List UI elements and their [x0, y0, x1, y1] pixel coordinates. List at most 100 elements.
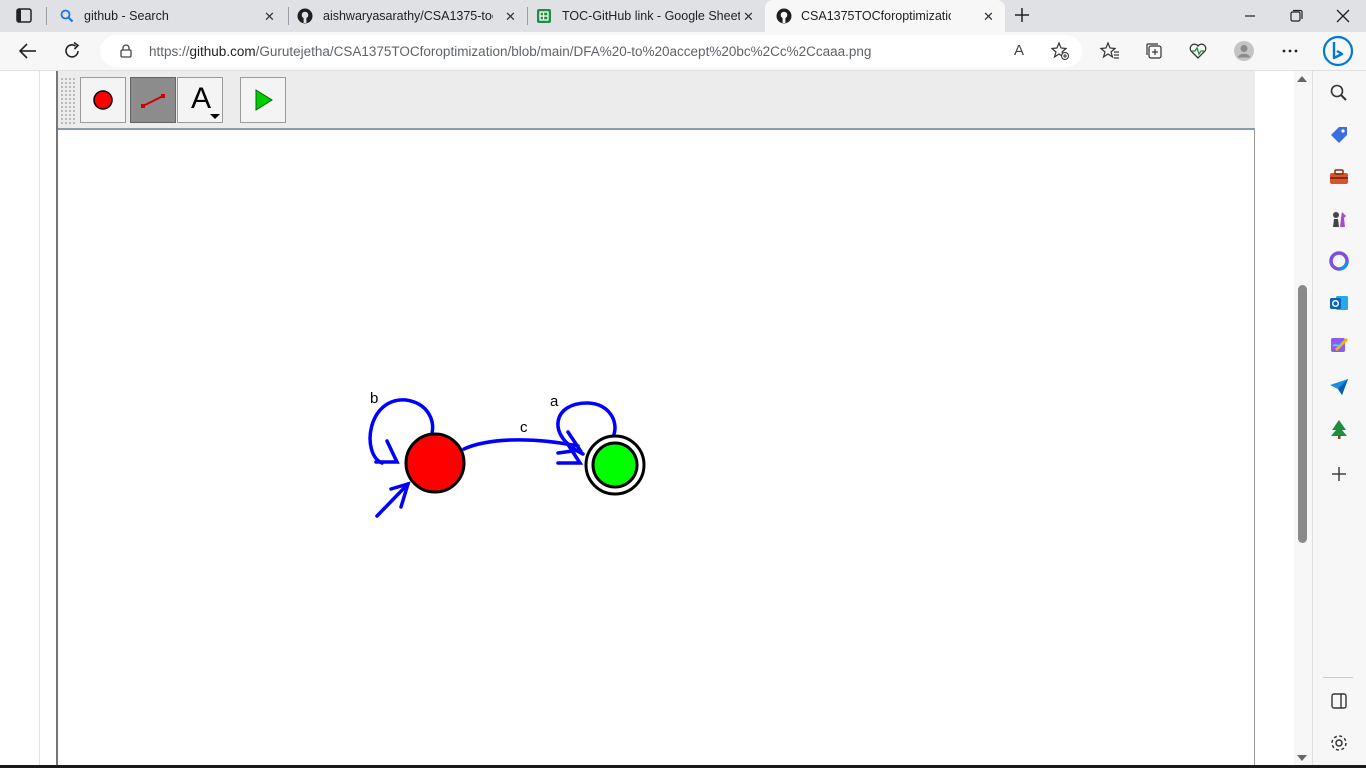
label-a: a — [550, 393, 559, 410]
tree-icon — [1331, 420, 1347, 439]
label-c: c — [520, 419, 528, 436]
sidebar-tree-button[interactable] — [1328, 418, 1350, 440]
bing-copilot-button[interactable] — [1322, 34, 1354, 68]
tab-csa1375-toc[interactable]: aishwaryasarathy/CSA1375-toc ✕ — [290, 0, 526, 32]
loop-q0-arrowhead — [374, 439, 400, 464]
browser-essentials-button[interactable] — [1187, 40, 1209, 62]
text-tool-label: A — [191, 82, 212, 115]
restore-icon — [1290, 9, 1303, 22]
scroll-thumb[interactable] — [1298, 285, 1307, 543]
sidebar-search-button[interactable] — [1328, 82, 1350, 104]
read-aloud-icon: A — [1014, 42, 1025, 59]
tab-title: CSA1375TOCforoptimization/DFA — [801, 9, 951, 23]
state-q0 — [404, 432, 466, 494]
url-path: /Gurutejetha/CSA1375TOCforoptimization/b… — [255, 44, 872, 59]
paper-plane-icon — [1330, 379, 1348, 395]
profile-button[interactable] — [1233, 40, 1255, 62]
transition-q0-q1 — [462, 438, 580, 451]
tab-title: github - Search — [84, 9, 169, 23]
transition-creator-tool[interactable] — [130, 77, 176, 123]
url-text: https://github.com/Gurutejetha/CSA1375TO… — [149, 44, 871, 59]
favorites-button[interactable] — [1099, 40, 1121, 62]
search-icon — [1330, 84, 1347, 101]
gear-icon — [1331, 735, 1347, 751]
sidebar-shopping-button[interactable] — [1328, 124, 1350, 146]
initial-arrowhead — [389, 481, 411, 509]
sidebar-send-button[interactable] — [1328, 376, 1350, 398]
close-tab-icon[interactable]: ✕ — [264, 9, 275, 25]
state-creator-tool[interactable] — [80, 77, 126, 123]
url-host: github.com — [189, 44, 256, 59]
edge-sidebar — [1312, 71, 1366, 768]
sidebar-panel-icon — [1331, 693, 1347, 709]
github-icon — [776, 8, 792, 24]
toolbar-grip — [60, 77, 76, 125]
read-aloud-button[interactable]: A — [1014, 42, 1034, 60]
chess-piece-icon — [1333, 212, 1346, 227]
collections-icon — [1146, 43, 1162, 59]
plus-icon — [1332, 467, 1346, 481]
address-bar[interactable]: https://github.com/Gurutejetha/CSA1375TO… — [100, 35, 1082, 67]
restore-button[interactable] — [1286, 8, 1306, 24]
tab-title: TOC-GitHub link - Google Sheets — [562, 9, 740, 23]
label-b: b — [370, 390, 378, 407]
toolbox-icon — [1330, 169, 1348, 184]
transition-arrow-icon — [141, 94, 165, 108]
designer-icon — [1331, 337, 1349, 352]
close-window-button[interactable] — [1333, 7, 1353, 25]
close-tab-icon[interactable]: ✕ — [505, 9, 516, 25]
page-content: A b c a — [0, 71, 1294, 768]
refresh-icon — [65, 41, 80, 58]
office-icon — [1329, 251, 1349, 271]
sidebar-tools-button[interactable] — [1328, 166, 1350, 188]
heart-pulse-icon — [1189, 43, 1207, 59]
scroll-up-icon[interactable] — [1297, 75, 1307, 83]
url-prefix: https:// — [149, 44, 190, 59]
lock-icon — [120, 44, 132, 58]
back-button[interactable] — [17, 40, 39, 62]
sidebar-add-button[interactable] — [1328, 463, 1350, 485]
plus-icon — [1015, 8, 1029, 22]
text-tool[interactable]: A — [177, 77, 223, 123]
new-tab-button[interactable] — [1012, 5, 1032, 25]
play-icon — [255, 89, 273, 111]
favorites-icon — [1099, 41, 1119, 59]
sidebar-hide-button[interactable] — [1328, 690, 1350, 712]
page-left-border — [39, 71, 40, 768]
sidebar-outlook-button[interactable] — [1328, 292, 1350, 314]
scroll-down-icon[interactable] — [1297, 754, 1307, 762]
tab-actions-icon — [16, 8, 32, 23]
tab-csa1375tocforoptimization[interactable]: CSA1375TOCforoptimization/DFA ✕ — [765, 0, 1005, 32]
avatar-icon — [1234, 41, 1254, 61]
github-icon — [297, 8, 313, 24]
sidebar-designer-button[interactable] — [1328, 334, 1350, 356]
tab-github-search[interactable]: github - Search ✕ — [52, 0, 287, 32]
sidebar-divider — [1323, 677, 1353, 678]
run-simulation-tool[interactable] — [240, 77, 286, 123]
page-scrollbar[interactable] — [1294, 71, 1312, 768]
outlook-icon — [1330, 296, 1348, 310]
close-tab-icon[interactable]: ✕ — [983, 9, 994, 25]
star-add-icon — [1050, 41, 1069, 60]
sidebar-games-button[interactable] — [1328, 208, 1350, 230]
refresh-button[interactable] — [61, 40, 83, 62]
more-horizontal-icon — [1282, 49, 1298, 53]
browser-toolbar: https://github.com/Gurutejetha/CSA1375TO… — [0, 32, 1366, 71]
sidebar-m365-button[interactable] — [1328, 250, 1350, 272]
minimize-icon — [1245, 15, 1255, 17]
dropdown-arrow-icon — [210, 114, 220, 119]
tab-bar: github - Search ✕ aishwaryasarathy/CSA13… — [0, 0, 1366, 32]
add-favorite-button[interactable] — [1050, 41, 1070, 61]
sheets-icon — [537, 9, 551, 23]
close-tab-icon[interactable]: ✕ — [743, 9, 754, 25]
jflap-toolbar: A — [58, 71, 1255, 130]
sidebar-settings-button[interactable] — [1328, 732, 1350, 754]
state-circle-icon — [93, 90, 113, 110]
more-options-button[interactable] — [1279, 40, 1301, 62]
collections-button[interactable] — [1143, 40, 1165, 62]
tab-actions-button[interactable] — [14, 7, 34, 25]
bing-icon — [1322, 35, 1354, 67]
close-icon — [1336, 9, 1350, 23]
minimize-button[interactable] — [1240, 8, 1260, 24]
tab-google-sheets[interactable]: TOC-GitHub link - Google Sheets ✕ — [529, 0, 765, 32]
